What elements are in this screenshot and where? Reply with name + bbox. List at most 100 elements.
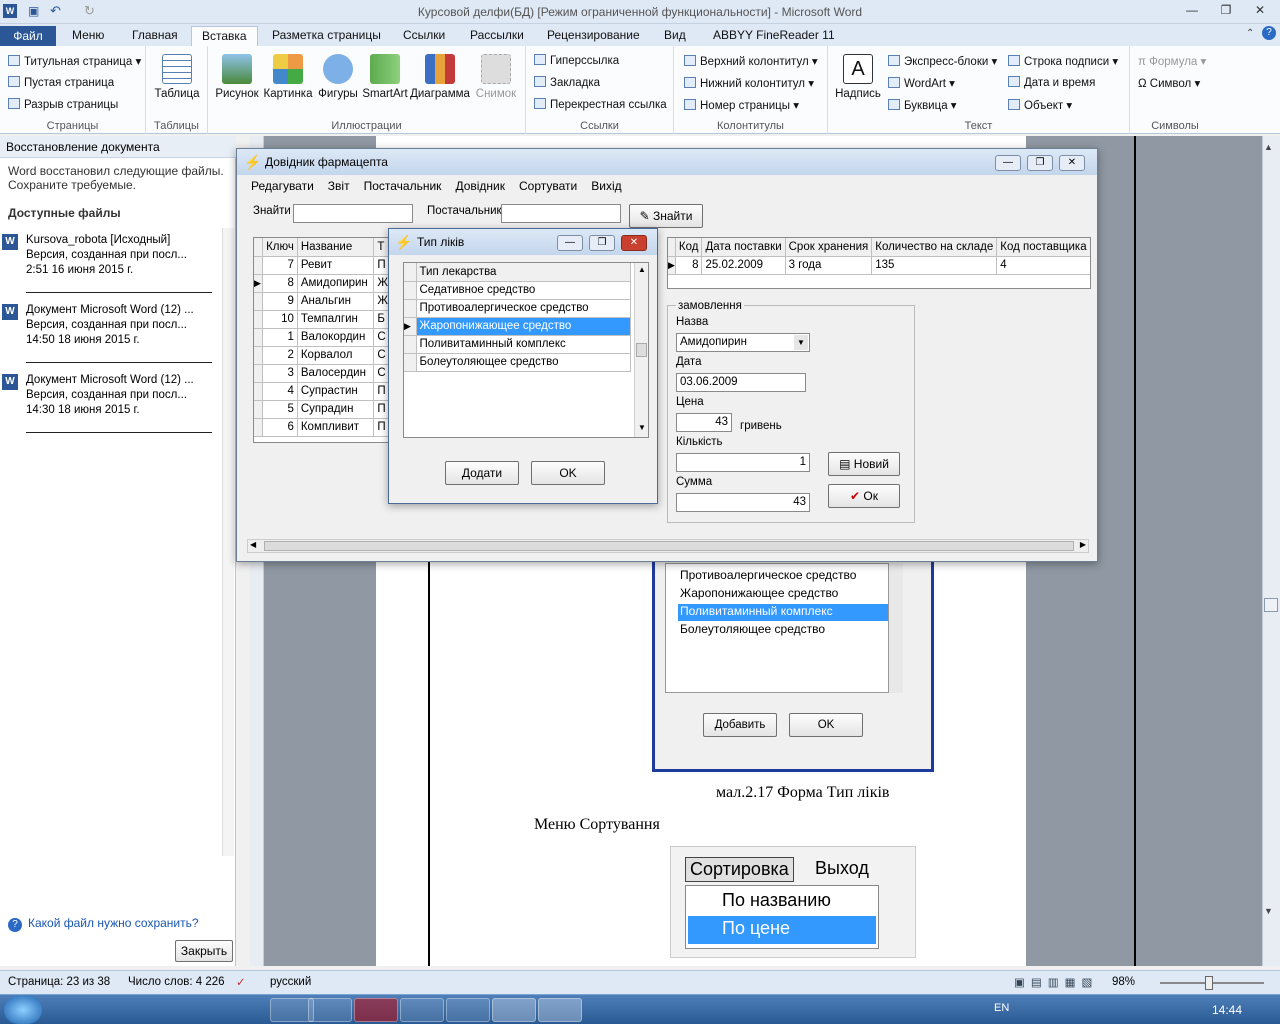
tab-view[interactable]: Вид <box>654 26 696 46</box>
start-button[interactable] <box>4 996 42 1024</box>
shapes-button[interactable]: Фигуры <box>314 54 362 100</box>
recovered-file-2[interactable]: W Документ Microsoft Word (12) ... Версия,… <box>2 303 216 348</box>
table-row[interactable]: 9 Анальгин Ж <box>254 292 392 311</box>
find-input[interactable] <box>293 204 413 223</box>
object-button[interactable]: Объект ▾ <box>1008 98 1072 112</box>
zoom-level[interactable]: 98% <box>1112 976 1135 988</box>
tab-insert[interactable]: Вставка <box>191 26 258 46</box>
list-item[interactable]: Болеутоляющее средство <box>404 353 631 372</box>
supplier-input[interactable] <box>501 204 621 223</box>
taskbar-pharmacist[interactable] <box>538 998 582 1022</box>
hscroll-thumb[interactable] <box>264 541 1074 551</box>
page-number-button[interactable]: Номер страницы ▾ <box>684 98 799 112</box>
chart-button[interactable]: Диаграмма <box>408 54 472 100</box>
scroll-down-icon[interactable]: ▼ <box>638 423 646 432</box>
table-row[interactable]: 4 Супрастин П <box>254 382 392 401</box>
table-row[interactable]: 5 Супрадин П <box>254 400 392 419</box>
smartart-button[interactable]: SmartArt <box>360 54 410 100</box>
signature-line-button[interactable]: Строка подписи ▾ <box>1008 54 1118 68</box>
taskbar-chrome[interactable] <box>400 998 444 1022</box>
taskbar-app[interactable] <box>308 998 352 1022</box>
order-sum-input[interactable]: 43 <box>676 493 810 512</box>
language[interactable]: русский <box>270 976 311 988</box>
page-break-button[interactable]: Разрыв страницы <box>8 98 118 111</box>
taskbar-word[interactable] <box>492 998 536 1022</box>
minimize-icon[interactable]: — <box>995 155 1021 171</box>
dropcap-button[interactable]: Буквица ▾ <box>888 98 957 112</box>
app-hscrollbar[interactable]: ◀ ▶ <box>247 539 1089 553</box>
order-price-input[interactable]: 43 <box>676 413 732 432</box>
table-row[interactable]: 7 Ревит П <box>254 256 392 275</box>
order-name-select[interactable]: Амидопирин ▼ <box>676 333 810 352</box>
textbox-button[interactable]: A Надпись <box>832 54 884 100</box>
tab-layout[interactable]: Разметка страницы <box>262 26 391 46</box>
menu-edit[interactable]: Редагувати <box>251 179 314 193</box>
word-count[interactable]: Число слов: 4 226 <box>128 976 225 988</box>
tab-menu[interactable]: Меню <box>62 26 114 46</box>
clock[interactable]: 14:44 <box>1212 1003 1242 1017</box>
footer-button[interactable]: Нижний колонтитул ▾ <box>684 76 814 90</box>
minimize-icon[interactable]: — <box>1180 3 1204 19</box>
recovered-file-1[interactable]: W Kursova_robota [Исходный] Версия, создан… <box>2 233 216 278</box>
list-item[interactable]: Седативное средство <box>404 281 631 300</box>
menu-report[interactable]: Звіт <box>328 179 350 193</box>
screenshot-button[interactable]: Снимок <box>472 54 520 100</box>
recovery-scrollbar[interactable] <box>222 228 234 856</box>
tray-language[interactable]: EN <box>994 1002 1009 1014</box>
close-icon[interactable]: ✕ <box>621 235 647 251</box>
recovery-close-button[interactable]: Закрыть <box>175 940 233 962</box>
table-row[interactable]: 1 Валокордин С <box>254 328 392 347</box>
scroll-up-icon[interactable]: ▲ <box>638 265 646 274</box>
equation-button[interactable]: π Формула ▾ <box>1138 54 1206 68</box>
recovery-help-link[interactable]: ? Какой файл нужно сохранить? <box>8 916 199 932</box>
table-button[interactable]: Таблица <box>154 54 200 100</box>
bookmark-button[interactable]: Закладка <box>534 76 600 89</box>
scroll-thumb[interactable] <box>1264 598 1278 612</box>
clipart-button[interactable]: Картинка <box>262 54 314 100</box>
supply-grid[interactable]: Код Дата поставки Срок хранения Количество … <box>667 237 1091 289</box>
cover-page-button[interactable]: Титульная страница ▾ <box>8 54 141 68</box>
symbol-button[interactable]: Ω Символ ▾ <box>1138 76 1200 90</box>
menu-sort[interactable]: Сортувати <box>519 179 577 193</box>
type-ok-button[interactable]: OK <box>531 461 605 485</box>
scroll-up-icon[interactable]: ▲ <box>1264 142 1273 152</box>
picture-button[interactable]: Рисунок <box>212 54 262 100</box>
menu-supplier[interactable]: Постачальник <box>364 179 442 193</box>
table-row[interactable]: 2 Корвалол С <box>254 346 392 365</box>
find-button[interactable]: ✎ Знайти <box>629 204 703 228</box>
header-button[interactable]: Верхний колонтитул ▾ <box>684 54 818 68</box>
list-item[interactable]: Противоалергическое средство <box>404 299 631 318</box>
collapse-ribbon-icon[interactable]: ⌃ <box>1246 28 1254 39</box>
scroll-left-icon[interactable]: ◀ <box>250 540 256 549</box>
hyperlink-button[interactable]: Гиперссылка <box>534 54 619 67</box>
tab-file[interactable]: Файл <box>0 26 56 46</box>
scroll-right-icon[interactable]: ▶ <box>1080 540 1086 549</box>
recovered-file-3[interactable]: W Документ Microsoft Word (12) ... Версия,… <box>2 373 216 418</box>
zoom-thumb[interactable] <box>1205 976 1213 990</box>
restore-icon[interactable]: ❐ <box>1214 3 1238 19</box>
table-row[interactable]: ▶ 8 25.02.2009 3 года 135 4 <box>668 256 1090 275</box>
restore-icon[interactable]: ❐ <box>1027 155 1053 171</box>
blank-page-button[interactable]: Пустая страница <box>8 76 114 89</box>
proofing-icon[interactable]: ✓ <box>236 975 246 989</box>
table-row[interactable]: ▶ 8 Амидопирин Ж <box>254 274 392 293</box>
order-date-input[interactable]: 03.06.2009 <box>676 373 806 392</box>
table-row[interactable]: 10 Темпалгин Б <box>254 310 392 329</box>
tab-mailings[interactable]: Рассылки <box>460 26 534 46</box>
table-row[interactable]: 3 Валосердин С <box>254 364 392 383</box>
add-type-button[interactable]: Додати <box>445 461 519 485</box>
menu-directory[interactable]: Довідник <box>455 179 505 193</box>
taskbar-delphi[interactable] <box>446 998 490 1022</box>
table-row[interactable]: 6 Компливит П <box>254 418 392 437</box>
list-item[interactable]: Поливитаминный комплекс <box>404 335 631 354</box>
list-item[interactable]: ▶ Жаропонижающее средство <box>404 317 631 336</box>
help-icon[interactable]: ? <box>1262 26 1276 40</box>
tab-references[interactable]: Ссылки <box>393 26 455 46</box>
new-order-button[interactable]: ▤ Новий <box>828 452 900 476</box>
menu-exit[interactable]: Вихід <box>591 179 621 193</box>
minimize-icon[interactable]: — <box>557 235 583 251</box>
date-time-button[interactable]: Дата и время <box>1008 76 1095 89</box>
chevron-down-icon[interactable]: ▼ <box>794 335 808 350</box>
close-icon[interactable]: ✕ <box>1059 155 1085 171</box>
quick-parts-button[interactable]: Экспресс-блоки ▾ <box>888 54 997 68</box>
